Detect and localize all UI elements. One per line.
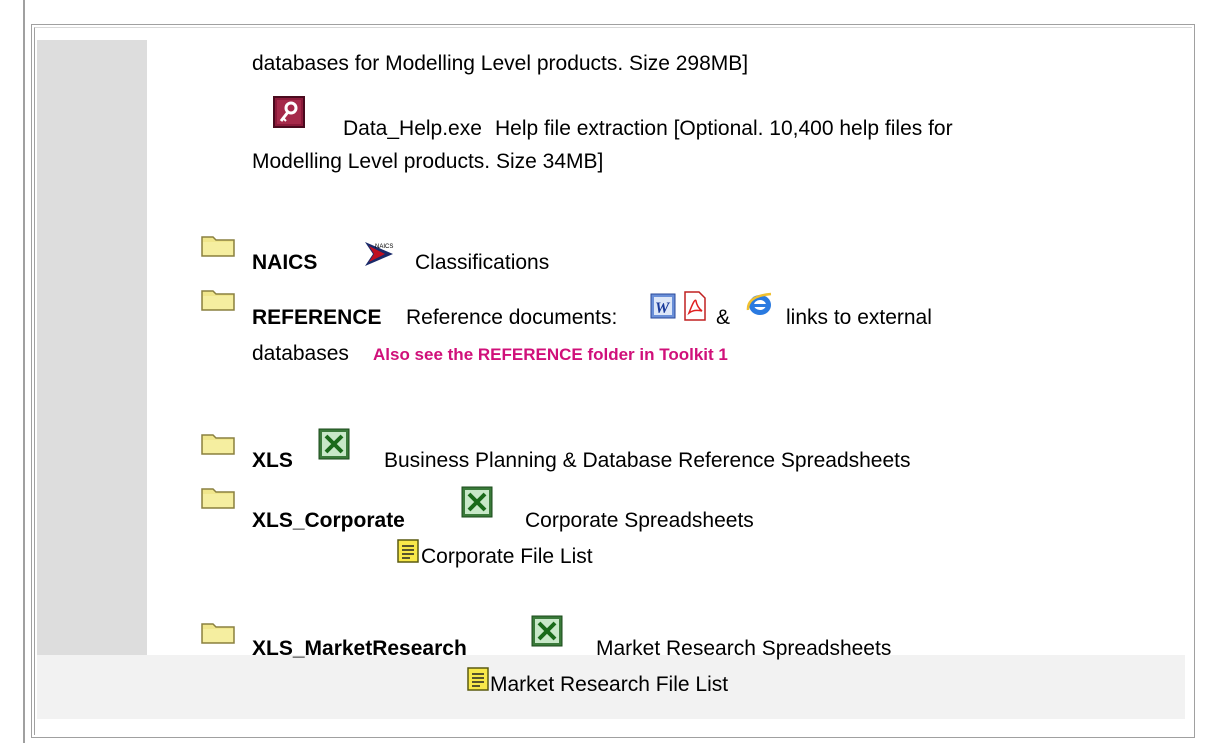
folder-xls-link[interactable]: XLS: [252, 448, 293, 474]
svg-text:NAICS: NAICS: [375, 244, 393, 250]
folder-icon[interactable]: [201, 620, 235, 644]
svg-text:W: W: [655, 300, 671, 317]
xls-desc: Business Planning & Database Reference S…: [384, 449, 911, 472]
marketresearch-file-list-link[interactable]: Market Research File List: [490, 672, 728, 698]
folder-xls-marketresearch-link[interactable]: XLS_MarketResearch: [252, 636, 467, 662]
data-help-desc-line2: Modelling Level products. Size 34MB]: [252, 150, 604, 173]
corporate-file-list-link[interactable]: Corporate File List: [421, 544, 593, 570]
data-help-desc: Help file extraction [Optional. 10,400 h…: [495, 117, 953, 140]
xls-marketresearch-desc: Market Research Spreadsheets: [596, 637, 892, 660]
left-gray-strip: [37, 40, 147, 655]
naics-desc: Classifications: [415, 251, 550, 274]
folder-icon[interactable]: [201, 233, 235, 257]
reference-desc-after: links to external: [786, 306, 932, 329]
reference-note: Also see the REFERENCE folder in Toolkit…: [373, 345, 728, 364]
data-help-file-link[interactable]: Data_Help.exe: [343, 116, 482, 142]
file-list-icon: [467, 667, 489, 691]
folder-icon[interactable]: [201, 485, 235, 509]
reference-amp: &: [716, 306, 731, 329]
reference-line2: databases: [252, 342, 349, 365]
page-left-rule: [23, 0, 25, 743]
intro-line: databases for Modelling Level products. …: [252, 52, 749, 75]
xls-corporate-desc: Corporate Spreadsheets: [525, 509, 754, 532]
excel-icon: [318, 428, 350, 460]
reference-desc: Reference documents:: [406, 306, 618, 329]
file-list-icon: [397, 539, 419, 563]
word-doc-icon[interactable]: W: [650, 293, 676, 319]
naics-logo-icon: NAICS: [365, 242, 393, 266]
excel-icon: [461, 486, 493, 518]
excel-icon: [531, 615, 563, 647]
access-key-icon[interactable]: [273, 96, 305, 128]
folder-reference-link[interactable]: REFERENCE: [252, 305, 382, 331]
folder-xls-corporate-link[interactable]: XLS_Corporate: [252, 508, 405, 534]
internet-explorer-icon[interactable]: [745, 290, 775, 318]
folder-naics-link[interactable]: NAICS: [252, 250, 317, 276]
folder-icon[interactable]: [201, 287, 235, 311]
folder-icon[interactable]: [201, 431, 235, 455]
pdf-icon[interactable]: [682, 291, 708, 321]
